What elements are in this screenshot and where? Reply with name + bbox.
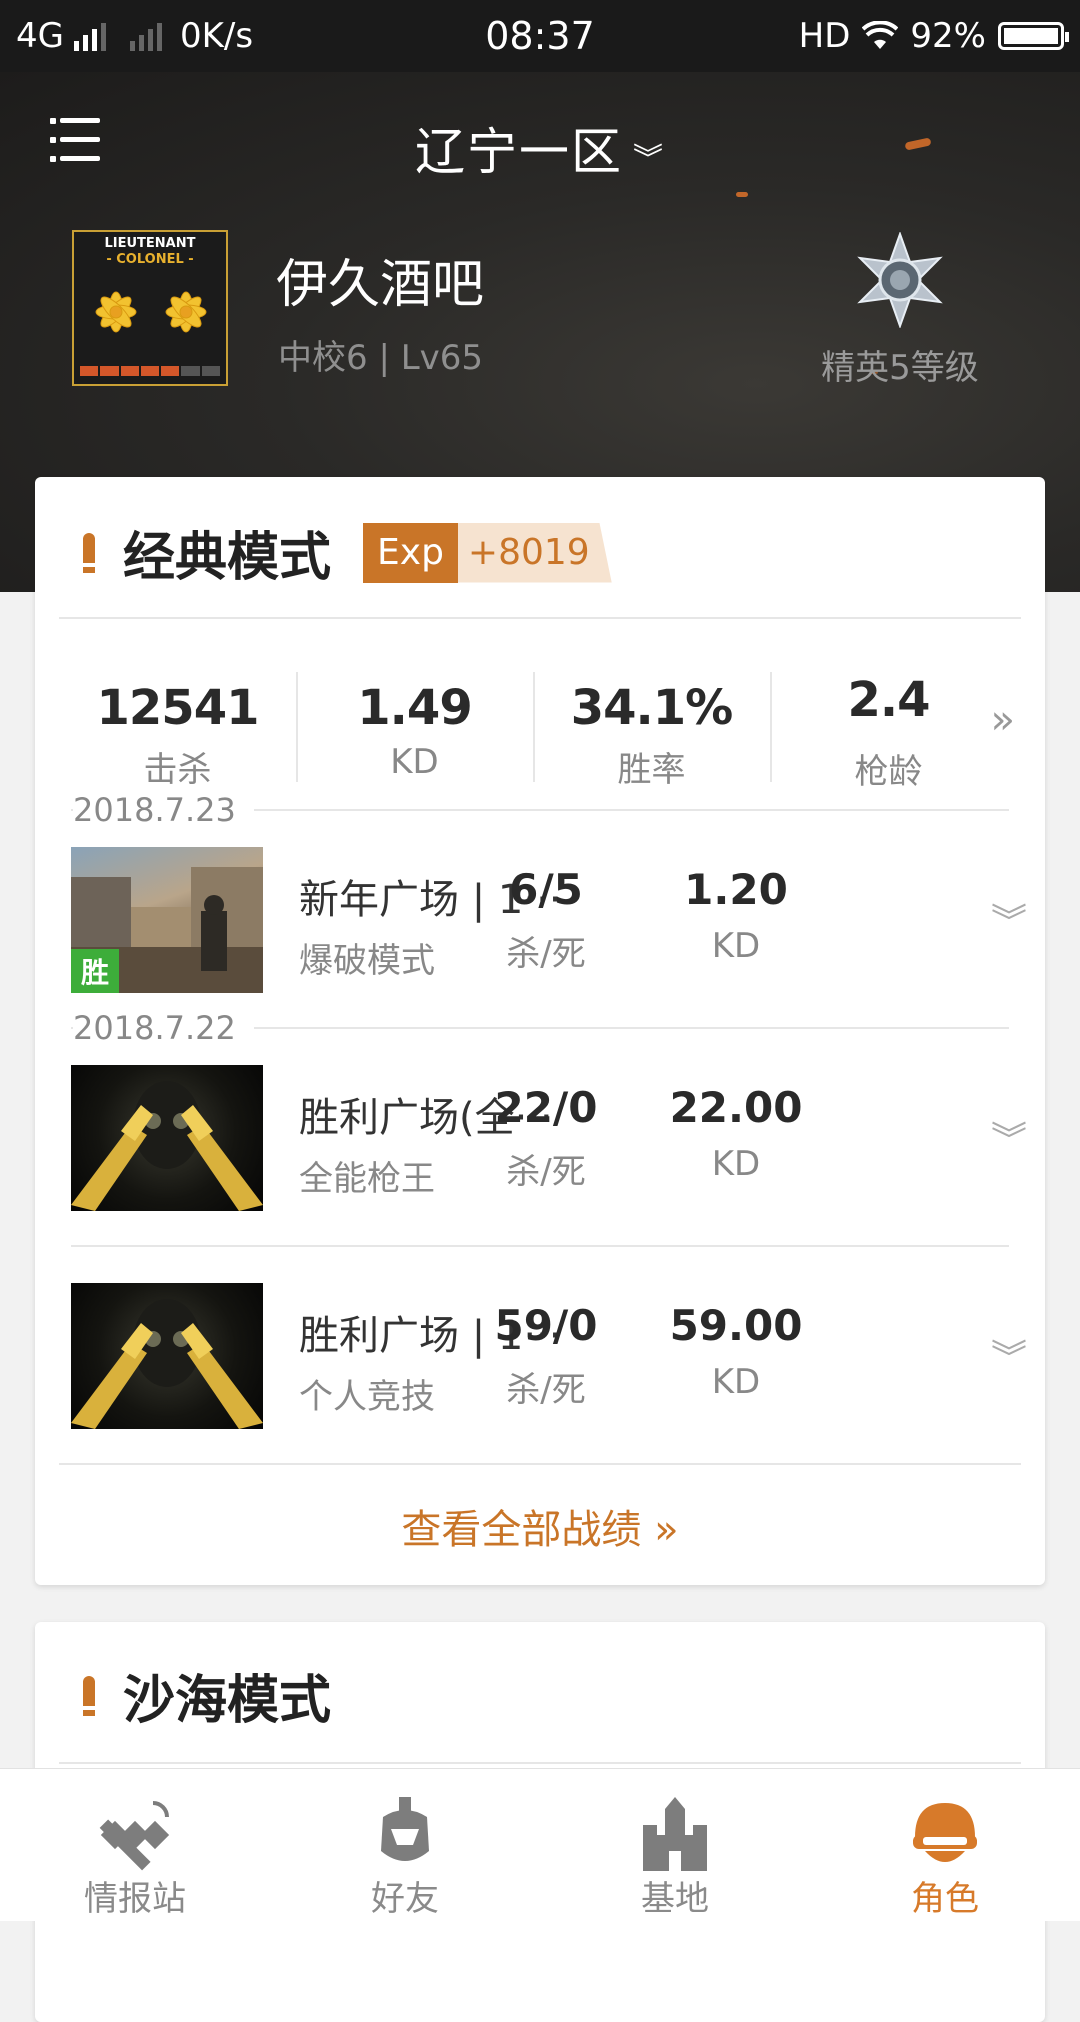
divider bbox=[71, 1245, 1009, 1247]
match-kd: 59.00 KD bbox=[669, 1301, 803, 1402]
character-helmet-icon bbox=[913, 1803, 977, 1862]
match-row[interactable]: 胜利广场(全··· 全能枪王 22/0 杀/死 22.00 KD ︾ bbox=[71, 1065, 1027, 1211]
hd-indicator: HD bbox=[798, 16, 851, 56]
nav-label: 角色 bbox=[911, 1879, 979, 1919]
server-selector[interactable]: 辽宁一区 ︾ bbox=[0, 112, 1080, 184]
map-thumbnail: 胜 bbox=[71, 847, 263, 993]
nav-item-base[interactable]: 基地 bbox=[540, 1769, 810, 1921]
classic-mode-title: 经典模式 Exp +8019 bbox=[83, 515, 612, 590]
mode-thumbnail bbox=[71, 1065, 263, 1211]
divider bbox=[59, 1762, 1021, 1764]
elite-rank-icon[interactable] bbox=[852, 232, 948, 328]
match-kills-deaths: 22/0 杀/死 bbox=[494, 1083, 598, 1192]
satellite-icon bbox=[99, 1801, 170, 1871]
match-kd: 22.00 KD bbox=[669, 1083, 803, 1184]
match-kills-deaths: 6/5 杀/死 bbox=[506, 865, 586, 974]
exp-badge: Exp +8019 bbox=[363, 522, 612, 583]
divider bbox=[59, 617, 1021, 619]
player-name: 伊久酒吧 bbox=[276, 255, 485, 315]
server-name: 辽宁一区 bbox=[415, 123, 623, 181]
rank-progress bbox=[80, 366, 220, 376]
expand-chevron-icon[interactable]: ︾ bbox=[991, 893, 1027, 945]
stat-kills: 12541 击杀 bbox=[96, 680, 260, 790]
bottom-nav: 情报站 好友 基地 角色 bbox=[0, 1768, 1080, 1921]
expand-chevron-icon[interactable]: ︾ bbox=[991, 1329, 1027, 1381]
castle-icon bbox=[643, 1797, 707, 1871]
classic-mode-card: 经典模式 Exp +8019 12541 击杀 1.49 KD 34.1% 胜率… bbox=[35, 477, 1045, 1585]
match-mode: 个人竞技 bbox=[299, 1377, 435, 1417]
match-mode: 全能枪王 bbox=[299, 1159, 435, 1199]
golden-guns-icon bbox=[71, 1081, 263, 1211]
stats-summary[interactable]: 12541 击杀 1.49 KD 34.1% 胜率 2.4 枪龄 bbox=[59, 662, 1019, 792]
mode-thumbnail bbox=[71, 1283, 263, 1429]
nav-label: 好友 bbox=[371, 1879, 439, 1919]
stat-kd: 1.49 KD bbox=[296, 662, 533, 782]
view-all-records-link[interactable]: 查看全部战绩 » bbox=[35, 1497, 1045, 1555]
rank-stars-icon bbox=[95, 291, 207, 333]
chevron-down-icon: ︾ bbox=[633, 141, 665, 177]
battery-icon bbox=[998, 22, 1069, 50]
match-mode: 爆破模式 bbox=[299, 941, 435, 981]
stat-winrate: 34.1% 胜率 bbox=[533, 662, 770, 790]
elite-rank-label: 精英5等级 bbox=[821, 348, 979, 388]
nav-label: 基地 bbox=[641, 1879, 709, 1919]
match-date: 2018.7.23 bbox=[73, 791, 254, 829]
match-kills-deaths: 59/0 杀/死 bbox=[494, 1301, 598, 1410]
exp-value: +8019 bbox=[457, 522, 612, 583]
nav-item-friends[interactable]: 好友 bbox=[270, 1769, 540, 1921]
player-rank-level: 中校6 | Lv65 bbox=[278, 338, 484, 378]
rank-badge-line1: LIEUTENANT bbox=[104, 236, 196, 251]
golden-guns-icon bbox=[71, 1299, 263, 1429]
match-row[interactable]: 胜利广场 | 1··· 个人竞技 59/0 杀/死 59.00 KD ︾ bbox=[71, 1283, 1027, 1429]
stat-gun-age: 2.4 枪龄 bbox=[770, 662, 1007, 792]
bullet-icon bbox=[83, 532, 95, 573]
divider bbox=[59, 1463, 1021, 1465]
desert-mode-title: 沙海模式 bbox=[83, 1658, 331, 1733]
match-row[interactable]: 胜 新年广场 | 1··· 爆破模式 6/5 杀/死 1.20 KD ︾ bbox=[71, 847, 1027, 993]
nav-label: 情报站 bbox=[84, 1879, 186, 1919]
match-date: 2018.7.22 bbox=[73, 1009, 254, 1047]
nav-item-character[interactable]: 角色 bbox=[810, 1769, 1080, 1921]
battery-percent: 92% bbox=[910, 16, 986, 56]
helmet-friends-icon bbox=[381, 1797, 429, 1861]
exp-label: Exp bbox=[363, 522, 458, 583]
stats-more-chevron-icon[interactable]: » bbox=[991, 697, 1015, 743]
rank-badge: LIEUTENANT - COLONEL - bbox=[72, 230, 228, 386]
rank-badge-line2: - COLONEL - bbox=[106, 252, 194, 267]
bullet-icon bbox=[83, 1675, 95, 1716]
win-badge: 胜 bbox=[71, 949, 120, 993]
match-kd: 1.20 KD bbox=[684, 865, 788, 966]
expand-chevron-icon[interactable]: ︾ bbox=[991, 1111, 1027, 1163]
wifi-icon bbox=[862, 21, 899, 49]
status-bar: 4G 0K/s 08:37 HD 92% bbox=[0, 0, 1080, 72]
nav-item-intel[interactable]: 情报站 bbox=[0, 1769, 270, 1921]
